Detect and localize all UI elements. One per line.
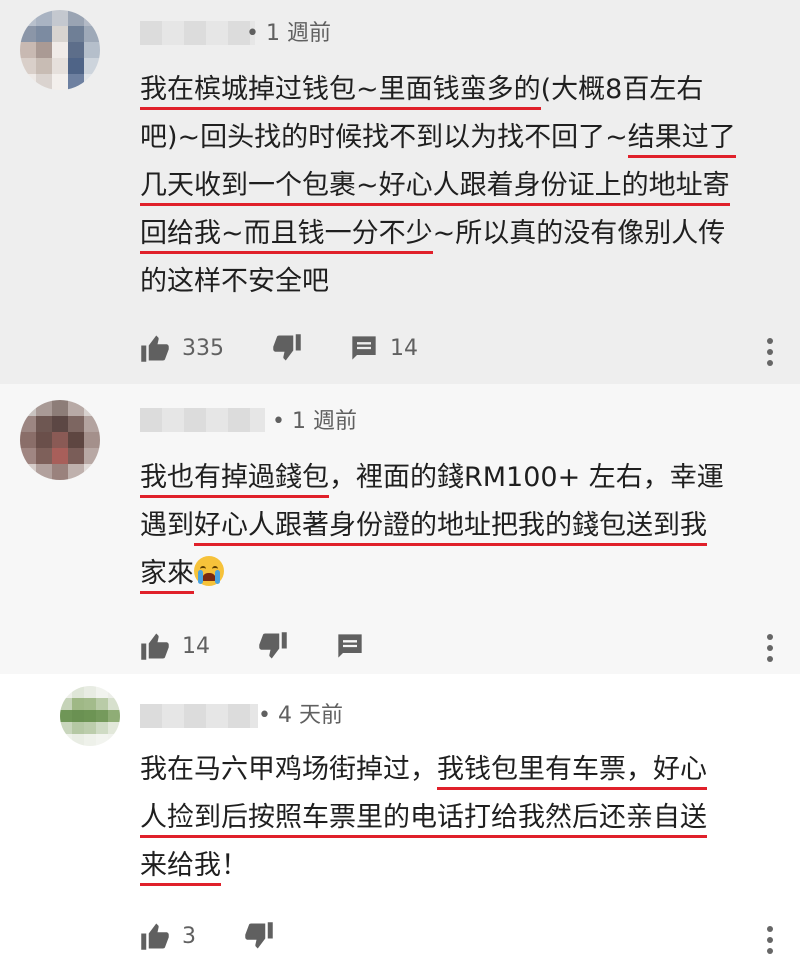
- comment-text-segment: (大概8百左右: [540, 74, 704, 105]
- underlined-text: 我钱包里有车票，好心: [437, 754, 707, 790]
- comment-line: 我在马六甲鸡场街掉过，我钱包里有车票，好心: [140, 746, 765, 794]
- like-count: 3: [182, 923, 196, 949]
- more-options-icon[interactable]: [766, 926, 774, 959]
- comment-line: 我也有掉過錢包，裡面的錢RM100+ 左右，幸運: [140, 454, 765, 502]
- thumbs-up-icon: [140, 334, 170, 362]
- timestamp: • 1 週前: [246, 21, 331, 46]
- thumbs-down-icon: [258, 632, 288, 660]
- thumbs-up-icon: [140, 632, 170, 660]
- underlined-text: 家來: [140, 558, 194, 594]
- underlined-text: 人捡到后按照车票里的电话打给我然后还亲自送: [140, 802, 707, 838]
- underlined-text: 回给我~而且钱一分不少: [140, 218, 433, 254]
- dislike-button[interactable]: [258, 632, 288, 660]
- avatar[interactable]: [20, 10, 100, 90]
- underlined-text: 我也有掉過錢包: [140, 462, 329, 498]
- avatar[interactable]: [20, 400, 100, 480]
- comment-line: 遇到好心人跟著身份證的地址把我的錢包送到我: [140, 502, 765, 550]
- username-redacted[interactable]: [140, 408, 265, 432]
- crying-face-icon: [194, 556, 224, 586]
- underlined-text: 来给我: [140, 850, 221, 886]
- comment-line: 吧)~回头找的时候找不到以为找不回了~结果过了: [140, 114, 765, 162]
- comment-text-segment: ~所以真的没有像别人传: [432, 218, 726, 249]
- comment-line: 人捡到后按照车票里的电话打给我然后还亲自送: [140, 794, 765, 842]
- reply-button[interactable]: [336, 632, 364, 660]
- reply-button[interactable]: 14: [350, 334, 418, 362]
- dislike-button[interactable]: [272, 334, 302, 362]
- like-button[interactable]: 3: [140, 922, 196, 950]
- like-count: 14: [182, 633, 210, 659]
- action-bar: 335 14: [140, 331, 466, 365]
- comment-line: 几天收到一个包裹~好心人跟着身份证上的地址寄: [140, 162, 765, 210]
- comment-line: 家來: [140, 550, 765, 598]
- avatar[interactable]: [60, 686, 120, 746]
- thumbs-up-icon: [140, 922, 170, 950]
- timestamp: • 4 天前: [258, 703, 343, 728]
- comment-text: 我也有掉過錢包，裡面的錢RM100+ 左右，幸運 遇到好心人跟著身份證的地址把我的…: [140, 454, 765, 598]
- comment-text-segment: 吧)~回头找的时候找不到以为找不回了~: [140, 122, 628, 153]
- comment-card: • 4 天前 我在马六甲鸡场街掉过，我钱包里有车票，好心人捡到后按照车票里的电话…: [0, 674, 800, 961]
- underlined-text: 结果过了: [627, 122, 736, 158]
- comment-icon: [336, 632, 364, 660]
- comment-text: 我在马六甲鸡场街掉过，我钱包里有车票，好心人捡到后按照车票里的电话打给我然后还亲…: [140, 746, 765, 890]
- comment-line: 我在槟城掉过钱包~里面钱蛮多的(大概8百左右: [140, 66, 765, 114]
- comment-text-segment: 的这样不安全吧: [140, 266, 329, 297]
- timestamp: • 1 週前: [272, 409, 357, 434]
- thumbs-down-icon: [272, 334, 302, 362]
- underlined-text: 几天收到一个包裹~好心人跟着身份证上的地址寄: [140, 170, 730, 206]
- comment-text-segment: ，裡面的錢RM100+ 左右，幸運: [329, 462, 724, 493]
- like-count: 335: [182, 335, 224, 361]
- comment-text-segment: ！: [221, 850, 248, 881]
- comment-card: • 1 週前 我也有掉過錢包，裡面的錢RM100+ 左右，幸運 遇到好心人跟著身份…: [0, 384, 800, 674]
- action-bar: 14: [140, 629, 412, 663]
- thumbs-down-icon: [244, 922, 274, 950]
- comment-line: 的这样不安全吧: [140, 258, 765, 306]
- like-button[interactable]: 14: [140, 632, 210, 660]
- reply-count: 14: [390, 335, 418, 361]
- username-redacted[interactable]: [140, 704, 258, 728]
- more-options-icon[interactable]: [766, 634, 774, 667]
- comment-text-segment: 我在马六甲鸡场街掉过，: [140, 754, 437, 785]
- dislike-button[interactable]: [244, 922, 274, 950]
- underlined-text: 好心人跟著身份證的地址把我的錢包送到我: [194, 510, 707, 546]
- comment-line: 回给我~而且钱一分不少~所以真的没有像别人传: [140, 210, 765, 258]
- username-redacted[interactable]: [140, 21, 255, 45]
- like-button[interactable]: 335: [140, 334, 224, 362]
- action-bar: 3: [140, 919, 322, 953]
- more-options-icon[interactable]: [766, 338, 774, 371]
- comment-line: 来给我！: [140, 842, 765, 890]
- underlined-text: 我在槟城掉过钱包~里面钱蛮多的: [140, 74, 541, 110]
- comment-icon: [350, 334, 378, 362]
- comment-text: 我在槟城掉过钱包~里面钱蛮多的(大概8百左右 吧)~回头找的时候找不到以为找不回了…: [140, 66, 765, 306]
- comment-card: • 1 週前 我在槟城掉过钱包~里面钱蛮多的(大概8百左右 吧)~回头找的时候找不…: [0, 0, 800, 384]
- comment-text-segment: 遇到: [140, 510, 194, 541]
